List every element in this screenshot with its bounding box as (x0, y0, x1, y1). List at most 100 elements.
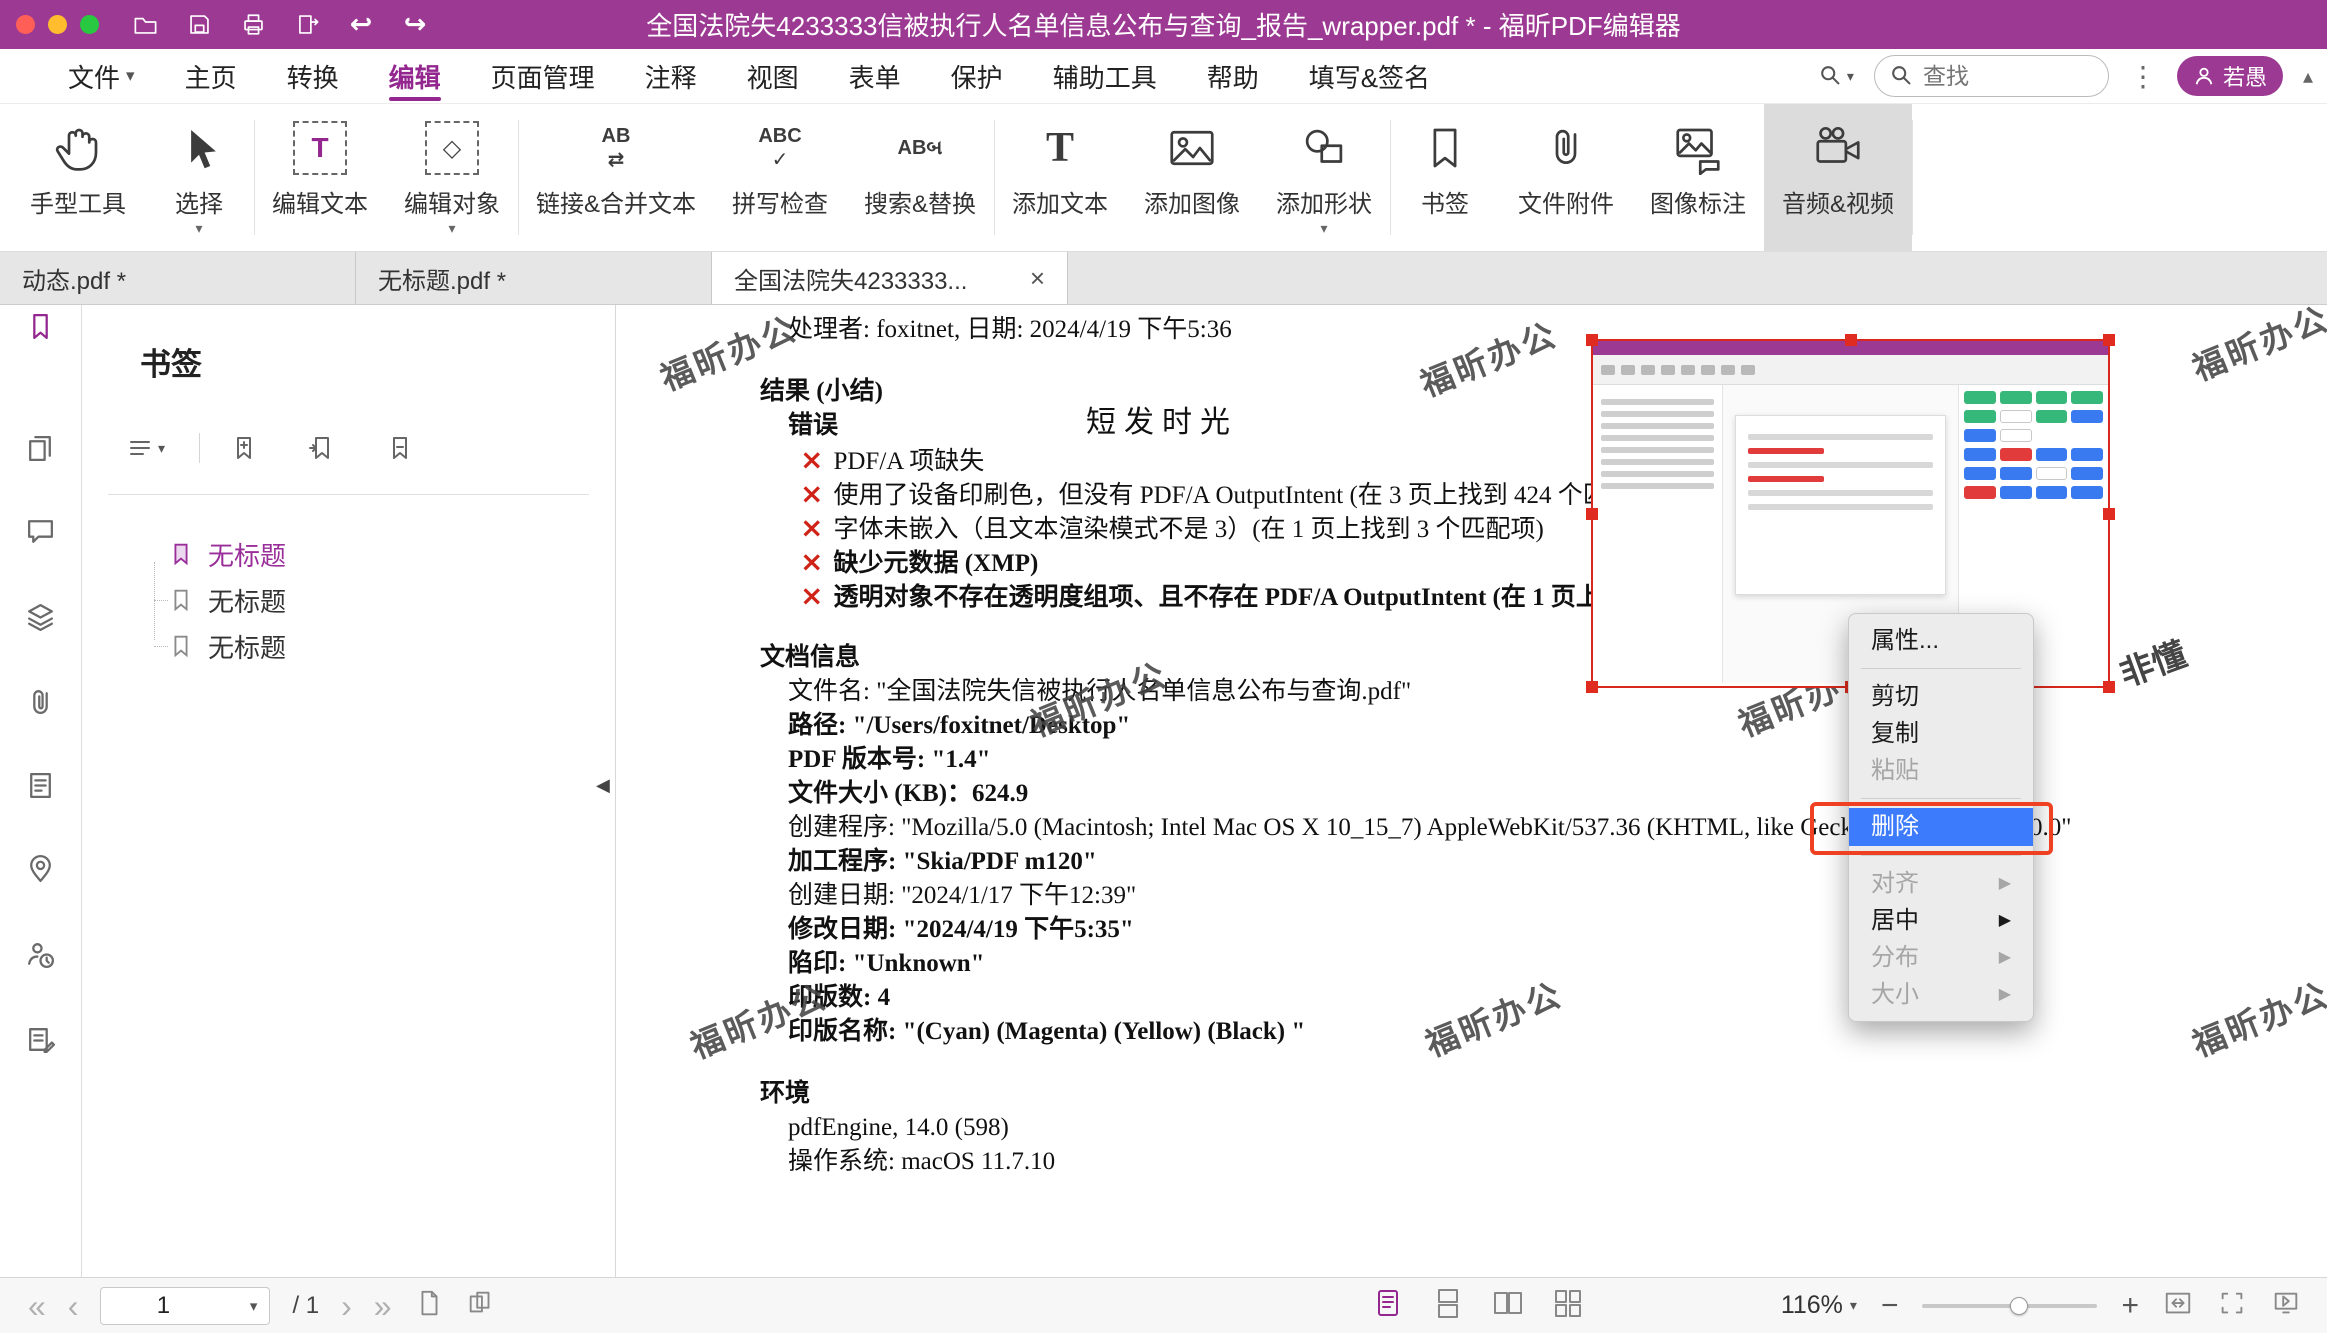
signature-panel-icon[interactable] (21, 1019, 61, 1059)
pages-panel-icon[interactable] (21, 428, 61, 468)
zoom-slider[interactable] (1922, 1304, 2097, 1308)
collapse-ribbon-icon[interactable]: ▴ (2303, 64, 2313, 89)
add-bookmark-icon[interactable] (230, 434, 258, 462)
ribbon-item[interactable]: 链接&合并文本 ▾ (518, 104, 714, 251)
bookmark-list-menu-icon[interactable]: ▾ (126, 434, 165, 462)
search-input[interactable] (1923, 63, 2073, 90)
menu-item[interactable]: 转换 ▾ (287, 49, 339, 103)
context-menu-item[interactable]: 大小 ▶ (1849, 976, 2033, 1013)
watermark-partial: 非懂 (2112, 627, 2193, 696)
open-file-icon[interactable] (129, 9, 161, 41)
last-page-icon[interactable]: » (374, 1290, 392, 1322)
ribbon-item[interactable]: 搜索&替换 ▾ (846, 104, 994, 251)
fit-page-icon[interactable] (2163, 1288, 2193, 1323)
layout-continuous-icon[interactable] (1432, 1287, 1464, 1324)
menu-item[interactable]: 填写&签名 ▾ (1309, 49, 1430, 103)
menu-item[interactable]: 帮助 ▾ (1207, 49, 1259, 103)
document-tab[interactable]: 动态.pdf * × (0, 252, 356, 304)
resize-handle[interactable] (1586, 508, 1598, 520)
zoom-in-icon[interactable]: + (2121, 1289, 2139, 1323)
more-options-icon[interactable]: ⋮ (2129, 60, 2157, 93)
ribbon-item[interactable]: 编辑文本 ▾ (254, 104, 386, 251)
resize-handle[interactable] (2103, 334, 2115, 346)
ribbon-item[interactable]: 图像标注 ▾ (1632, 104, 1764, 251)
resize-handle[interactable] (1586, 334, 1598, 346)
comments-panel-icon[interactable] (21, 510, 61, 550)
share-export-icon[interactable] (291, 9, 323, 41)
collapse-panel-icon[interactable]: ◀ (596, 775, 610, 796)
ribbon-item[interactable]: 文件附件 ▾ (1500, 104, 1632, 251)
bookmark-item[interactable]: 无标题 (82, 577, 615, 623)
close-window-button[interactable] (16, 15, 35, 34)
undo-icon[interactable]: ↩ (345, 9, 377, 41)
context-menu-item[interactable]: 复制 ▶ (1849, 715, 2033, 752)
maximize-window-button[interactable] (80, 15, 99, 34)
redo-icon[interactable]: ↪ (399, 9, 431, 41)
facing-page-view-icon[interactable] (466, 1288, 496, 1323)
page-number-box[interactable]: ▾ (100, 1287, 270, 1325)
zoom-out-icon[interactable]: − (1881, 1289, 1899, 1323)
context-menu-item[interactable]: 属性... ▶ (1849, 622, 2033, 659)
presentation-mode-icon[interactable] (2271, 1288, 2301, 1323)
destinations-panel-icon[interactable] (21, 848, 61, 888)
user-account-button[interactable]: 若愚 (2177, 56, 2283, 96)
context-menu-item[interactable]: 对齐 ▶ (1849, 865, 2033, 902)
menu-item[interactable]: 文件 ▾ (68, 49, 135, 103)
ribbon-item[interactable]: 选择 ▾ (144, 104, 254, 251)
resize-handle[interactable] (1586, 681, 1598, 693)
bookmark-delete-icon[interactable] (386, 434, 414, 462)
page-dropdown-icon[interactable]: ▾ (250, 1297, 258, 1315)
context-menu-item[interactable]: 粘贴 ▶ (1849, 752, 2033, 789)
ribbon-item[interactable]: 添加形状 ▾ (1258, 104, 1390, 251)
bookmark-item[interactable]: 无标题 (82, 623, 615, 669)
print-icon[interactable] (237, 9, 269, 41)
bookmark-goto-icon[interactable] (308, 434, 336, 462)
layers-panel-icon[interactable] (21, 596, 61, 636)
minimize-window-button[interactable] (48, 15, 67, 34)
ribbon-item[interactable]: 拼写检查 ▾ (714, 104, 846, 251)
error-x-icon: × (800, 511, 823, 545)
close-tab-icon[interactable]: × (1030, 263, 1045, 294)
context-menu-item[interactable]: 剪切 ▶ (1849, 678, 2033, 715)
bookmarks-panel-icon[interactable] (21, 306, 61, 346)
bookmark-item[interactable]: 无标题 (82, 531, 615, 577)
ribbon-item[interactable]: 手型工具 ▾ (12, 104, 144, 251)
menu-item[interactable]: 主页 ▾ (185, 49, 237, 103)
find-dropdown-icon[interactable]: ▾ (1818, 63, 1854, 89)
menu-item[interactable]: 视图 ▾ (747, 49, 799, 103)
layout-two-page-icon[interactable] (1492, 1287, 1524, 1324)
menu-item[interactable]: 辅助工具 ▾ (1053, 49, 1157, 103)
save-icon[interactable] (183, 9, 215, 41)
first-page-icon[interactable]: « (28, 1290, 46, 1322)
history-panel-icon[interactable] (21, 934, 61, 974)
fields-panel-icon[interactable] (21, 765, 61, 805)
ribbon-item[interactable]: 音频&视频 ▾ (1764, 104, 1912, 251)
ribbon-item[interactable]: 书签 ▾ (1390, 104, 1500, 251)
context-menu-item[interactable]: 分布 ▶ (1849, 939, 2033, 976)
menu-item[interactable]: 页面管理 ▾ (491, 49, 595, 103)
context-menu-item[interactable]: 居中 ▶ (1849, 902, 2033, 939)
ribbon-item[interactable]: 添加图像 ▾ (1126, 104, 1258, 251)
menu-item[interactable]: 保护 ▾ (951, 49, 1003, 103)
fullscreen-icon[interactable] (2217, 1288, 2247, 1323)
resize-handle[interactable] (1845, 334, 1857, 346)
ribbon-item[interactable]: 添加文本 ▾ (994, 104, 1126, 251)
resize-handle[interactable] (2103, 681, 2115, 693)
single-page-view-icon[interactable] (414, 1288, 444, 1323)
layout-single-icon[interactable] (1372, 1287, 1404, 1324)
menu-item[interactable]: 注释 ▾ (645, 49, 697, 103)
attachments-panel-icon[interactable] (21, 681, 61, 721)
zoom-slider-thumb[interactable] (2010, 1297, 2028, 1315)
ribbon-item[interactable]: 编辑对象 ▾ (386, 104, 518, 251)
next-page-icon[interactable]: › (341, 1290, 352, 1322)
layout-two-page-continuous-icon[interactable] (1552, 1287, 1584, 1324)
document-tab[interactable]: 全国法院失4233333... × (712, 252, 1068, 304)
menu-item[interactable]: 编辑 ▾ (389, 49, 441, 103)
search-box[interactable] (1874, 55, 2109, 97)
zoom-level-dropdown[interactable]: 116% ▾ (1781, 1291, 1857, 1320)
page-number-input[interactable] (113, 1292, 213, 1320)
document-tab[interactable]: 无标题.pdf * × (356, 252, 712, 304)
resize-handle[interactable] (2103, 508, 2115, 520)
menu-item[interactable]: 表单 ▾ (849, 49, 901, 103)
previous-page-icon[interactable]: ‹ (68, 1290, 79, 1322)
